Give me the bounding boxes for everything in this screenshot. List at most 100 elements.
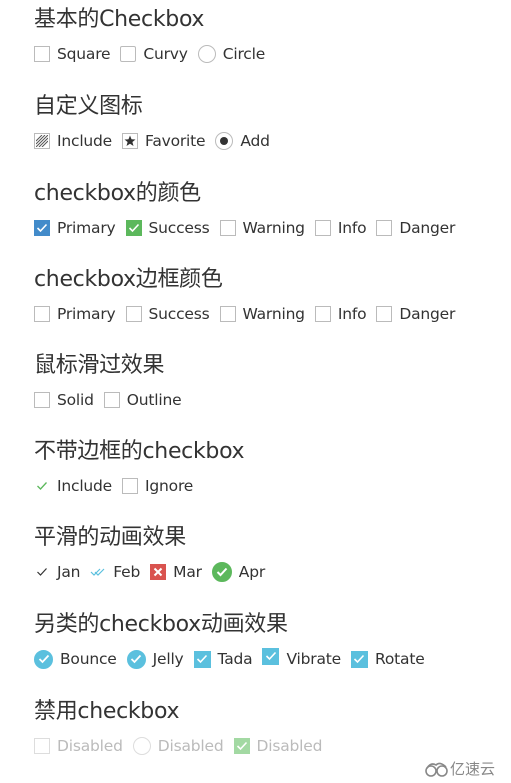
checkbox-icon[interactable]: [219, 220, 236, 236]
check-circle-icon[interactable]: [211, 562, 232, 582]
checkbox-icon[interactable]: [219, 306, 236, 322]
checkbox-feb[interactable]: Feb: [90, 563, 140, 581]
checkbox-vibrate[interactable]: Vibrate: [262, 647, 341, 668]
checkbox-label: Success: [148, 219, 210, 237]
checkbox-info[interactable]: Info: [314, 305, 367, 323]
checkbox-bounce[interactable]: Bounce: [34, 649, 117, 669]
checkbox-icon[interactable]: [122, 478, 139, 494]
checkbox-apr[interactable]: Apr: [211, 562, 266, 582]
cross-icon[interactable]: [150, 564, 167, 580]
star-icon[interactable]: [122, 133, 139, 149]
square-check-icon[interactable]: [193, 650, 211, 668]
checkbox-success[interactable]: Success: [125, 305, 210, 323]
checkbox-include[interactable]: Include: [34, 132, 112, 150]
circle-checkbox-icon[interactable]: [197, 45, 216, 63]
checkbox-label: Danger: [399, 219, 456, 237]
checkbox-jan[interactable]: Jan: [34, 563, 80, 581]
section-title: 禁用checkbox: [34, 699, 180, 724]
checkbox-favorite[interactable]: Favorite: [122, 132, 206, 150]
checkbox-label: Disabled: [256, 737, 323, 755]
checkbox-disabled-circle: Disabled: [132, 737, 224, 755]
checkbox-ignore[interactable]: Ignore: [122, 477, 193, 495]
checkbox-icon[interactable]: [314, 306, 331, 322]
checkbox-jelly[interactable]: Jelly: [126, 649, 184, 669]
checkbox-icon[interactable]: [103, 392, 120, 408]
checkbox-rotate[interactable]: Rotate: [350, 650, 425, 668]
section-alt-animation: 另类的checkbox动画效果 Bounce Jelly Tada Vibrat…: [34, 611, 435, 669]
checkbox-circle[interactable]: Circle: [197, 45, 265, 63]
checkbox-icon[interactable]: [34, 306, 50, 322]
checkbox-primary[interactable]: Primary: [34, 305, 116, 323]
checkbox-label: Apr: [238, 563, 266, 581]
section-basic-checkbox: 基本的Checkbox Square Curvy Circle: [34, 6, 275, 64]
section-hover-effects: 鼠标滑过效果 Solid Outline: [34, 352, 191, 410]
checkbox-icon[interactable]: [376, 220, 393, 236]
check-icon[interactable]: [34, 478, 50, 494]
double-check-icon[interactable]: [90, 564, 106, 580]
section-title: 不带边框的checkbox: [34, 439, 245, 464]
checkbox-tada[interactable]: Tada: [193, 650, 253, 668]
checkbox-icon: [34, 738, 50, 754]
section-borderless: 不带边框的checkbox Include Ignore: [34, 438, 245, 496]
checkbox-mar[interactable]: Mar: [150, 563, 202, 581]
checkbox-primary[interactable]: Primary: [34, 219, 116, 237]
checkbox-label: Primary: [57, 219, 116, 237]
checkbox-warning[interactable]: Warning: [219, 219, 306, 237]
checkbox-label: Favorite: [145, 132, 206, 150]
round-check-icon[interactable]: [34, 649, 53, 669]
checkbox-label: Vibrate: [286, 650, 341, 668]
checkbox-label: Info: [337, 305, 367, 323]
section-title: 基本的Checkbox: [34, 7, 205, 32]
section-disabled: 禁用checkbox Disabled Disabled Disabled: [34, 698, 332, 756]
checkbox-success[interactable]: Success: [125, 219, 210, 237]
checkbox-label: Primary: [57, 305, 116, 323]
checkbox-icon[interactable]: [34, 392, 50, 408]
checkbox-warning[interactable]: Warning: [219, 305, 306, 323]
section-title: 另类的checkbox动画效果: [34, 612, 288, 637]
square-check-icon[interactable]: [262, 647, 280, 665]
section-smooth-animation: 平滑的动画效果 Jan Feb Mar Apr: [34, 524, 275, 582]
checkbox-label: Disabled: [157, 737, 224, 755]
checkbox-label: Ignore: [145, 477, 194, 495]
checkbox-label: Outline: [126, 391, 182, 409]
section-title: 自定义图标: [34, 94, 143, 119]
checkbox-label: Danger: [399, 305, 456, 323]
checkbox-curvy[interactable]: Curvy: [120, 45, 188, 63]
checkbox-disabled-square: Disabled: [34, 737, 123, 755]
checkbox-label: Rotate: [374, 650, 425, 668]
checkbox-info[interactable]: Info: [314, 219, 367, 237]
check-icon[interactable]: [34, 564, 50, 580]
radio-dot-icon[interactable]: [215, 132, 234, 150]
curvy-checkbox-icon[interactable]: [120, 46, 137, 62]
checkbox-label: Info: [337, 219, 367, 237]
checkbox-label: Feb: [113, 563, 141, 581]
checkbox-add[interactable]: Add: [215, 132, 270, 150]
checked-checkbox-icon: [233, 738, 250, 754]
checkbox-icon[interactable]: [314, 220, 331, 236]
hatched-icon[interactable]: [34, 133, 50, 149]
checkbox-label: Success: [148, 305, 210, 323]
checkbox-label: Jelly: [152, 650, 184, 668]
checkbox-danger[interactable]: Danger: [376, 305, 455, 323]
checkbox-icon[interactable]: [376, 306, 393, 322]
square-checkbox-icon[interactable]: [34, 46, 50, 62]
section-title: checkbox边框颜色: [34, 267, 223, 292]
checkbox-label: Curvy: [143, 45, 188, 63]
checkbox-label: Bounce: [60, 650, 117, 668]
section-checkbox-colors: checkbox的颜色 Primary Success Warning Info…: [34, 180, 465, 238]
checkbox-outline[interactable]: Outline: [103, 391, 182, 409]
square-check-icon[interactable]: [350, 650, 368, 668]
checkbox-include[interactable]: Include: [34, 477, 112, 495]
checkbox-square[interactable]: Square: [34, 45, 111, 63]
checked-checkbox-icon[interactable]: [125, 220, 142, 236]
checkbox-icon[interactable]: [125, 306, 142, 322]
checkbox-solid[interactable]: Solid: [34, 391, 94, 409]
checkbox-danger[interactable]: Danger: [376, 219, 455, 237]
checkbox-label: Warning: [242, 305, 306, 323]
checked-checkbox-icon[interactable]: [34, 220, 50, 236]
round-check-icon[interactable]: [126, 649, 146, 669]
section-title: checkbox的颜色: [34, 181, 201, 206]
checkbox-label: Add: [240, 132, 270, 150]
checkbox-label: Warning: [242, 219, 306, 237]
checkbox-label: Tada: [217, 650, 253, 668]
